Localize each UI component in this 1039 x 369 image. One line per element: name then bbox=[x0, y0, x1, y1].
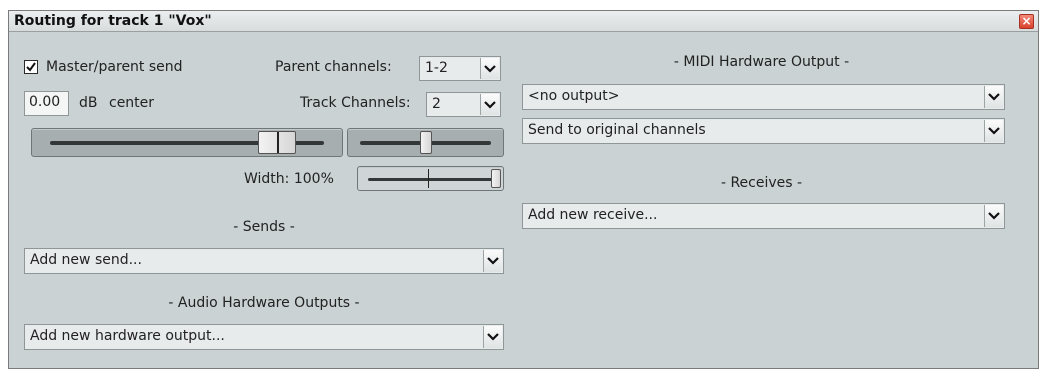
midi-hardware-heading: - MIDI Hardware Output - bbox=[673, 54, 850, 70]
volume-slider[interactable] bbox=[31, 128, 343, 157]
chevron-down-icon bbox=[480, 58, 499, 79]
parent-channels-select[interactable]: 1-2 bbox=[419, 56, 501, 81]
chevron-down-icon bbox=[984, 86, 1003, 108]
volume-slider-handle[interactable] bbox=[258, 131, 296, 154]
pan-label: center bbox=[109, 95, 155, 111]
track-channels-value: 2 bbox=[432, 96, 441, 112]
add-receive-select[interactable]: Add new receive... bbox=[522, 203, 1005, 229]
audio-hardware-heading: - Audio Hardware Outputs - bbox=[168, 295, 360, 311]
track-channels-label: Track Channels: bbox=[300, 95, 411, 111]
pan-slider-handle[interactable] bbox=[420, 131, 432, 154]
add-send-value: Add new send... bbox=[30, 252, 142, 268]
width-slider-track bbox=[368, 177, 493, 181]
parent-channels-label: Parent channels: bbox=[275, 59, 392, 75]
window-title: Routing for track 1 "Vox" bbox=[14, 13, 212, 29]
midi-output-select[interactable]: <no output> bbox=[522, 84, 1005, 110]
volume-input[interactable]: 0.00 bbox=[24, 91, 69, 116]
master-send-label: Master/parent send bbox=[46, 59, 183, 75]
midi-channels-select[interactable]: Send to original channels bbox=[522, 118, 1005, 144]
parent-channels-value: 1-2 bbox=[425, 60, 448, 76]
chevron-down-icon bbox=[483, 326, 502, 348]
add-send-select[interactable]: Add new send... bbox=[24, 248, 504, 274]
title-bar[interactable]: Routing for track 1 "Vox" × bbox=[9, 11, 1038, 32]
receives-heading: - Receives - bbox=[720, 175, 803, 191]
checkmark-icon bbox=[26, 62, 36, 72]
width-center-marker bbox=[428, 169, 429, 188]
width-label: Width: 100% bbox=[244, 171, 334, 187]
width-slider[interactable] bbox=[357, 166, 504, 191]
add-hardware-output-select[interactable]: Add new hardware output... bbox=[24, 324, 504, 350]
midi-output-value: <no output> bbox=[528, 88, 620, 104]
routing-window: Routing for track 1 "Vox" × Master/paren… bbox=[8, 10, 1039, 369]
chevron-down-icon bbox=[984, 205, 1003, 227]
close-icon[interactable]: × bbox=[1019, 14, 1034, 29]
chevron-down-icon bbox=[483, 250, 502, 272]
add-hardware-output-value: Add new hardware output... bbox=[30, 328, 225, 344]
track-channels-select[interactable]: 2 bbox=[426, 92, 501, 117]
chevron-down-icon bbox=[480, 94, 499, 115]
master-send-checkbox[interactable] bbox=[24, 60, 38, 74]
sends-heading: - Sends - bbox=[233, 219, 295, 235]
volume-unit-label: dB bbox=[79, 95, 98, 111]
width-slider-handle[interactable] bbox=[491, 169, 501, 188]
add-receive-value: Add new receive... bbox=[528, 207, 658, 223]
chevron-down-icon bbox=[984, 120, 1003, 142]
midi-channels-value: Send to original channels bbox=[528, 122, 706, 138]
pan-slider[interactable] bbox=[347, 128, 504, 157]
